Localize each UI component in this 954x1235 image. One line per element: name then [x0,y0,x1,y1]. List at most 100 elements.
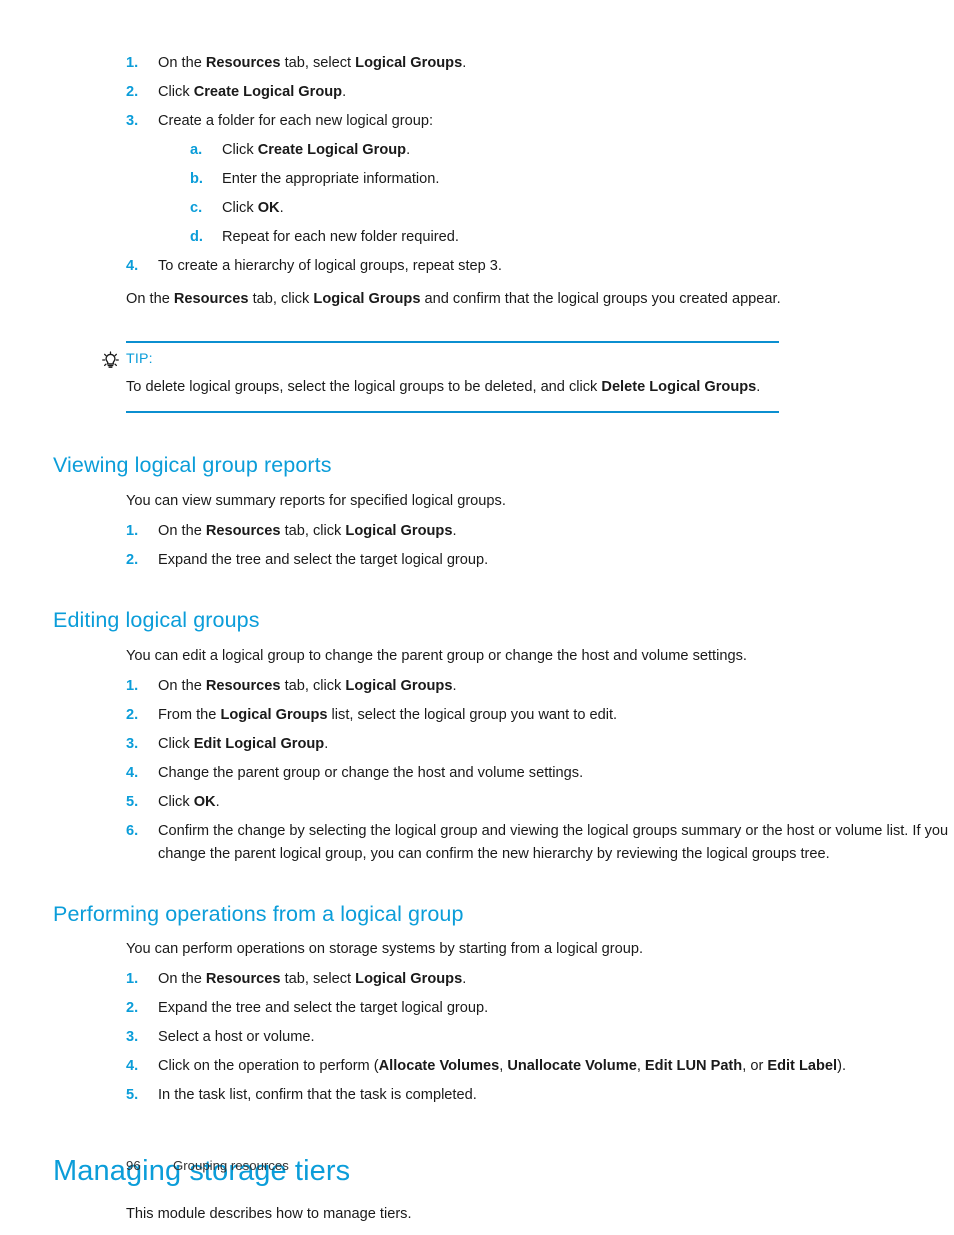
text-run: On the [158,522,206,539]
list-item: 6. Confirm the change by selecting the lo… [126,820,954,866]
text-run: You can perform operations on storage sy… [126,941,643,958]
list-item-text: Repeat for each new folder required. [222,226,954,249]
list-item-text: Create a folder for each new logical gro… [158,110,954,133]
section-intro-paragraph: You can view summary reports for specifi… [126,490,954,513]
procedure-list: 1. On the Resources tab, click Logical Gr… [126,520,954,572]
ui-term: Resources [205,522,281,539]
list-item-text: On the Resources tab, click Logical Grou… [158,675,954,698]
list-item: 2. Expand the tree and select the target … [126,549,954,572]
sections-container: Viewing logical group reports You can vie… [0,413,954,1107]
list-item: b. Enter the appropriate information. [190,168,954,191]
list-item: 5. Click OK. [126,791,954,814]
list-marker: 2. [126,551,139,568]
tip-body-text: To delete logical groups, select the log… [126,376,779,399]
list-item: 2. Click Create Logical Group. [126,81,954,104]
list-marker: 3. [126,113,139,129]
list-item-text: Click Edit Logical Group. [158,733,954,756]
list-item: 1. On the Resources tab, select Logical G… [126,968,954,991]
list-marker: 1. [126,522,139,539]
list-item-text: Expand the tree and select the target lo… [158,549,954,572]
text-run: Click [158,735,194,752]
list-item-text: In the task list, confirm that the task … [158,1084,954,1107]
text-run: Select a host or volume. [158,1029,315,1046]
list-item-text: Click Create Logical Group. [222,139,954,162]
list-item: 4. To create a hierarchy of logical group… [126,255,954,278]
list-item-text: Click Create Logical Group. [158,81,954,104]
ui-term: Resources [205,55,281,71]
text-run: ). [837,1058,847,1075]
list-marker: 2. [126,1000,139,1017]
text-run: Change the parent group or change the ho… [158,764,584,781]
list-item-text: On the Resources tab, click Logical Grou… [158,520,954,543]
text-run: In the task list, confirm that the task … [158,1087,477,1104]
text-run: . [406,142,411,158]
list-item-text: Confirm the change by selecting the logi… [158,820,954,866]
section-intro-paragraph: You can perform operations on storage sy… [126,938,954,961]
list-item: d. Repeat for each new folder required. [190,226,954,249]
list-item: 1. On the Resources tab, click Logical Gr… [126,675,954,698]
text-run: You can edit a logical group to change t… [126,647,747,664]
ui-term: Resources [205,677,281,694]
ui-term: Allocate Volumes [378,1058,500,1075]
procedure-list: 1. On the Resources tab, select Logical G… [126,968,954,1107]
list-item-text: Enter the appropriate information. [222,168,954,191]
list-marker: 2. [126,706,139,723]
text-run: . [342,84,347,100]
text-run: Create a folder for each new logical gro… [158,113,434,129]
text-run: . [462,55,467,71]
list-item-text: Select a host or volume. [158,1026,954,1049]
text-run: Expand the tree and select the target lo… [158,1000,489,1017]
document-page: 1. On the Resources tab, select Logical G… [0,0,954,1235]
text-run: . [215,793,220,810]
text-run: To delete logical groups, select the log… [126,379,602,395]
ui-term: Logical Groups [345,522,453,539]
text-run: On the [126,291,174,307]
ui-term: Resources [173,291,249,307]
list-marker: a. [190,142,203,158]
list-item-text: Click OK. [222,197,954,220]
ui-term: Create Logical Group [257,142,407,158]
list-item: 4. Change the parent group or change the … [126,762,954,785]
text-run: , or [742,1058,768,1075]
list-item: 3. Create a folder for each new logical g… [126,110,954,249]
text-run: From the [158,706,221,723]
text-run: On the [158,677,206,694]
section-heading: Editing logical groups [53,607,260,632]
list-item: a. Click Create Logical Group. [190,139,954,162]
ui-term: Edit LUN Path [644,1058,743,1075]
list-item-text: From the Logical Groups list, select the… [158,704,954,727]
top-procedure-closing-paragraph: On the Resources tab, click Logical Grou… [126,288,954,311]
text-run: Confirm the change by selecting the logi… [158,822,949,862]
text-run: , [636,1058,645,1075]
list-item: 3. Select a host or volume. [126,1026,954,1049]
ui-term: Logical Groups [220,706,328,723]
list-marker: 3. [126,1029,139,1046]
list-marker: 3. [126,735,139,752]
section-heading: Performing operations from a logical gro… [53,901,464,926]
list-marker: 1. [126,971,139,988]
list-item: 1. On the Resources tab, select Logical G… [126,52,954,75]
text-run: list, select the logical group you want … [327,706,618,723]
page-footer: 96 Grouping resources [126,1158,289,1173]
list-marker: 5. [126,793,139,810]
list-marker: 4. [126,258,139,274]
ui-term: Edit Logical Group [193,735,325,752]
text-run: . [462,971,467,988]
list-item: 2. Expand the tree and select the target … [126,997,954,1020]
ui-term: OK [193,793,216,810]
text-run: Click [158,84,194,100]
text-run: Enter the appropriate information. [222,171,440,187]
text-run: tab, click [280,677,346,694]
text-run: On the [158,971,206,988]
list-item: 4. Click on the operation to perform (All… [126,1055,954,1078]
chapter-intro-paragraph: This module describes how to manage tier… [126,1203,954,1226]
list-marker: 6. [126,822,139,839]
list-item: 3. Click Edit Logical Group. [126,733,954,756]
list-item-text: Click OK. [158,791,954,814]
list-marker: 1. [126,677,139,694]
ui-term: Logical Groups [345,677,453,694]
list-item: 2. From the Logical Groups list, select t… [126,704,954,727]
text-run: On the [158,55,206,71]
procedure-list: a. Click Create Logical Group. b. Enter the… [190,139,954,249]
lightbulb-icon [101,351,120,370]
